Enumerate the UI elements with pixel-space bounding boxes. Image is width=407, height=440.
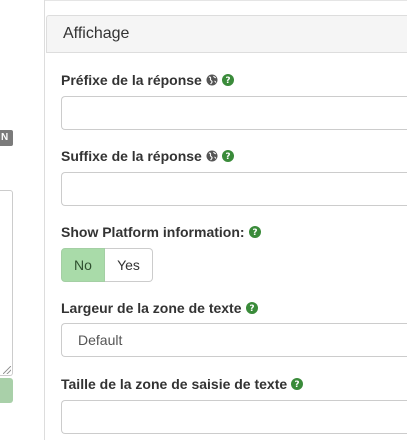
prefix-input[interactable] xyxy=(61,96,407,130)
divider xyxy=(45,0,407,1)
no-button[interactable]: No xyxy=(61,248,105,282)
help-icon[interactable]: ? xyxy=(221,74,234,86)
platform-info-label-text: Show Platform information: xyxy=(61,224,245,240)
input-size-input[interactable] xyxy=(61,400,407,434)
help-icon[interactable]: ? xyxy=(248,226,261,238)
panel-title: Affichage xyxy=(63,25,130,42)
help-icon[interactable]: ? xyxy=(245,302,258,314)
prefix-label: Préfixe de la réponse ? xyxy=(61,72,234,88)
help-icon[interactable]: ? xyxy=(291,378,304,390)
svg-text:?: ? xyxy=(249,304,254,314)
platform-info-toggle: No Yes xyxy=(61,248,153,282)
help-icon[interactable]: ? xyxy=(221,150,234,162)
yes-button[interactable]: Yes xyxy=(105,248,153,282)
text-width-label-text: Largeur de la zone de texte xyxy=(61,300,242,316)
resize-handle-icon[interactable] xyxy=(3,366,11,374)
svg-text:?: ? xyxy=(225,76,230,86)
prefix-label-text: Préfixe de la réponse xyxy=(61,72,202,88)
svg-text:?: ? xyxy=(252,228,257,238)
suffix-label: Suffixe de la réponse ? xyxy=(61,148,234,164)
input-size-label-text: Taille de la zone de saisie de texte xyxy=(61,376,288,392)
left-column: N xyxy=(0,0,16,424)
text-width-label: Largeur de la zone de texte ? xyxy=(61,300,258,316)
text-width-select[interactable]: Default xyxy=(61,323,407,357)
status-badge: N xyxy=(0,130,13,146)
svg-text:?: ? xyxy=(295,380,300,390)
globe-icon xyxy=(206,150,218,162)
display-panel: Affichage Préfixe de la réponse ? Suffix… xyxy=(44,0,407,440)
panel-heading: Affichage xyxy=(46,15,407,53)
left-action-button[interactable] xyxy=(0,378,13,403)
suffix-label-text: Suffixe de la réponse xyxy=(61,148,202,164)
left-textarea[interactable] xyxy=(0,190,13,376)
svg-text:?: ? xyxy=(225,152,230,162)
suffix-input[interactable] xyxy=(61,172,407,206)
platform-info-label: Show Platform information: ? xyxy=(61,224,261,240)
globe-icon xyxy=(206,74,218,86)
input-size-label: Taille de la zone de saisie de texte ? xyxy=(61,376,304,392)
